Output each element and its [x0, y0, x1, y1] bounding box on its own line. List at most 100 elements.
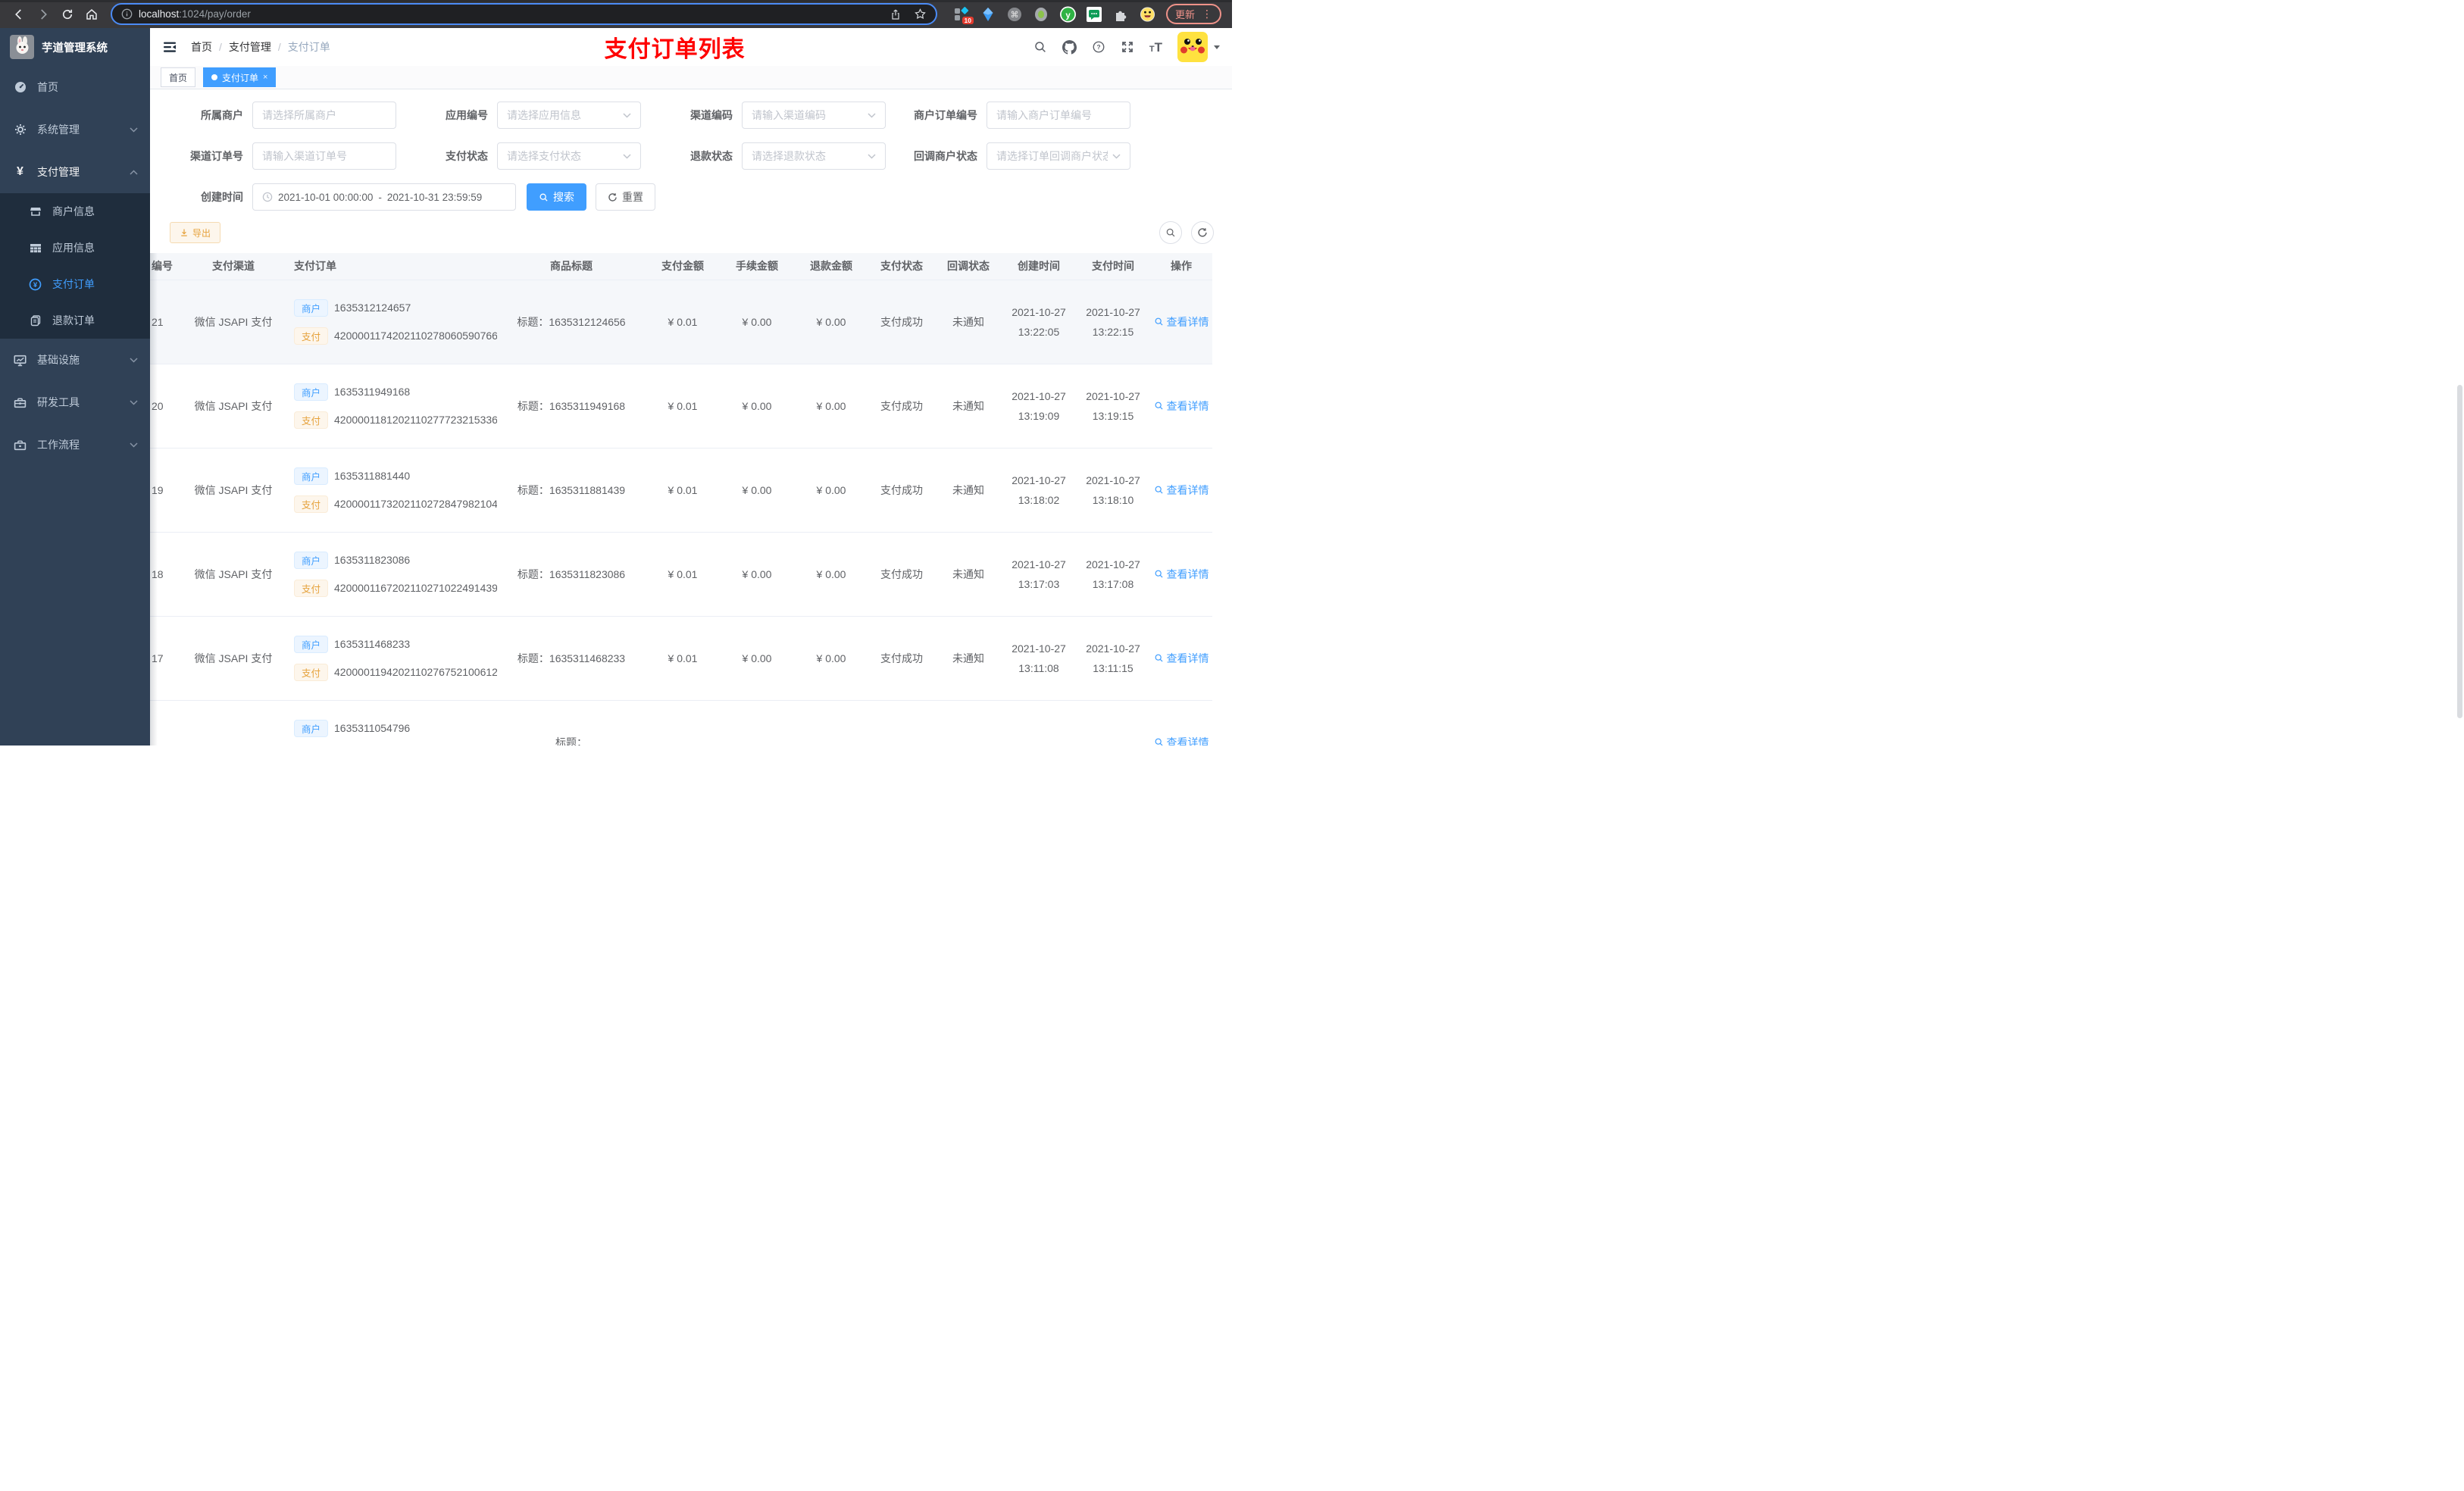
refund-status-select[interactable]: 请选择退款状态: [742, 142, 886, 170]
gem-extension-icon[interactable]: [980, 6, 996, 22]
y-extension-icon[interactable]: y: [1059, 6, 1076, 22]
view-detail-link[interactable]: 查看详情: [1154, 651, 1209, 666]
col-title: 商品标题: [497, 253, 646, 280]
close-tab-icon[interactable]: ×: [263, 73, 267, 82]
pay-status-select[interactable]: 请选择支付状态: [497, 142, 641, 170]
filter-label: 商户订单编号: [914, 109, 977, 121]
address-bar[interactable]: localhost:1024/pay/order: [111, 3, 937, 25]
notify-status-select[interactable]: 请选择订单回调商户状态: [987, 142, 1130, 170]
export-button[interactable]: 导出: [170, 222, 221, 243]
chevron-down-icon: [868, 112, 876, 118]
sidebar-item-home[interactable]: 首页: [0, 66, 150, 108]
blocks-extension-icon[interactable]: 10: [954, 6, 974, 24]
pay-amount: ¥ 0.01: [668, 315, 698, 328]
search-icon: [1155, 317, 1163, 326]
merchant-order-no-input[interactable]: [996, 109, 1121, 121]
notify-status: 未通知: [952, 399, 984, 412]
sidebar-item-pay-order[interactable]: ¥ 支付订单: [0, 266, 150, 302]
dot-extension-icon[interactable]: [1033, 6, 1049, 22]
pay-tag: 支付: [294, 495, 329, 513]
app-logo[interactable]: 芋道管理系统: [0, 28, 150, 66]
channel-order-no-input[interactable]: [262, 150, 386, 162]
notify-status: 未通知: [952, 483, 984, 496]
app-select[interactable]: 请选择应用信息: [497, 102, 641, 129]
chevron-down-icon: [130, 399, 138, 405]
sidebar-collapse-button[interactable]: [162, 39, 177, 55]
github-icon: [1062, 39, 1077, 55]
breadcrumb-pay[interactable]: 支付管理: [229, 39, 271, 55]
merchant-order-no: 1635311881440: [334, 470, 411, 482]
fee-amount: ¥ 0.00: [742, 483, 772, 496]
filter-label: 退款状态: [690, 150, 733, 162]
channel-order-no-input-wrap[interactable]: [252, 142, 396, 170]
chat-extension-icon[interactable]: [1087, 6, 1102, 22]
pay-channel: 微信 JSAPI 支付: [194, 315, 273, 328]
sidebar-item-devtools[interactable]: 研发工具: [0, 381, 150, 424]
browser-reload-button[interactable]: [56, 3, 79, 26]
search-icon: [1155, 738, 1163, 746]
sidebar-item-infra[interactable]: 基础设施: [0, 339, 150, 381]
channel-code-select[interactable]: 请输入渠道编码: [742, 102, 886, 129]
sidebar-item-merchant-info[interactable]: 商户信息: [0, 193, 150, 230]
tab-pay-order[interactable]: 支付订单 ×: [203, 67, 277, 87]
smiley-profile-icon[interactable]: [1140, 6, 1155, 22]
briefcase-icon: [14, 439, 27, 452]
col-id: 编号: [150, 253, 183, 280]
fullscreen-button[interactable]: [1121, 40, 1134, 54]
breadcrumb-home[interactable]: 首页: [191, 39, 212, 55]
caret-down-icon: [1214, 45, 1220, 49]
view-detail-link[interactable]: 查看详情: [1154, 399, 1209, 414]
reset-button[interactable]: 重置: [596, 183, 655, 211]
command-extension-icon[interactable]: ⌘: [1007, 6, 1023, 22]
tab-home[interactable]: 首页: [161, 67, 196, 87]
pay-tag: 支付: [294, 579, 329, 597]
chevron-down-icon: [623, 153, 631, 159]
browser-back-button[interactable]: [8, 3, 30, 26]
svg-text:?: ?: [1096, 44, 1100, 51]
site-info-icon[interactable]: [121, 8, 133, 20]
pay-amount: ¥ 0.01: [668, 652, 698, 664]
pay-channel: 微信 JSAPI 支付: [194, 399, 273, 412]
date-range-picker[interactable]: 2021-10-01 00:00:00 - 2021-10-31 23:59:5…: [252, 183, 516, 211]
view-detail-link[interactable]: 查看详情: [1154, 567, 1209, 582]
pay-status: 支付成功: [880, 399, 923, 412]
github-link[interactable]: [1062, 39, 1077, 55]
browser-forward-button[interactable]: [32, 3, 55, 26]
help-button[interactable]: ?: [1092, 40, 1105, 54]
sidebar-item-app-info[interactable]: 应用信息: [0, 230, 150, 266]
sidebar-item-system[interactable]: 系统管理: [0, 108, 150, 151]
merchant-select[interactable]: [252, 102, 396, 129]
sidebar-item-workflow[interactable]: 工作流程: [0, 424, 150, 466]
view-detail-link[interactable]: 查看详情: [1154, 483, 1209, 498]
user-menu[interactable]: [1177, 32, 1220, 62]
browser-menu-icon[interactable]: ⋮: [1202, 8, 1212, 20]
header-search-button[interactable]: [1033, 40, 1047, 54]
refresh-table-button[interactable]: [1191, 221, 1214, 244]
merchant-input[interactable]: [262, 109, 386, 121]
share-icon[interactable]: [890, 8, 902, 20]
toggle-search-button[interactable]: [1159, 221, 1182, 244]
title-prefix: 标题：: [517, 315, 549, 328]
merchant-order-no-input-wrap[interactable]: [987, 102, 1130, 129]
browser-home-button[interactable]: [80, 3, 103, 26]
view-detail-link[interactable]: 查看详情: [1154, 314, 1209, 330]
sidebar-item-pay[interactable]: ¥ 支付管理: [0, 151, 150, 193]
search-button[interactable]: 搜索: [527, 183, 586, 211]
channel-pay-no: 4200001167202110271022491439: [334, 582, 497, 594]
chevron-down-icon: [130, 127, 138, 133]
fullscreen-icon: [1121, 42, 1133, 52]
bookmark-star-icon[interactable]: [914, 8, 927, 20]
browser-update-button[interactable]: 更新 ⋮: [1165, 4, 1221, 24]
pay-amount: ¥ 0.01: [668, 399, 698, 412]
merchant-tag: 商户: [294, 467, 329, 485]
create-time: 2021-10-27 13:11:08: [1002, 616, 1076, 701]
pay-tag: 支付: [294, 663, 329, 681]
page-scrollbar[interactable]: [2457, 385, 2462, 718]
placeholder-text: 请选择应用信息: [507, 109, 581, 121]
view-detail-link[interactable]: 查看详情: [1154, 735, 1209, 746]
pay-time: [1076, 700, 1150, 746]
sidebar-item-refund-order[interactable]: 退款订单: [0, 302, 150, 339]
breadcrumb-current: 支付订单: [287, 41, 330, 53]
extensions-puzzle-icon[interactable]: [1113, 6, 1129, 22]
font-size-button[interactable]: TT: [1149, 41, 1162, 54]
